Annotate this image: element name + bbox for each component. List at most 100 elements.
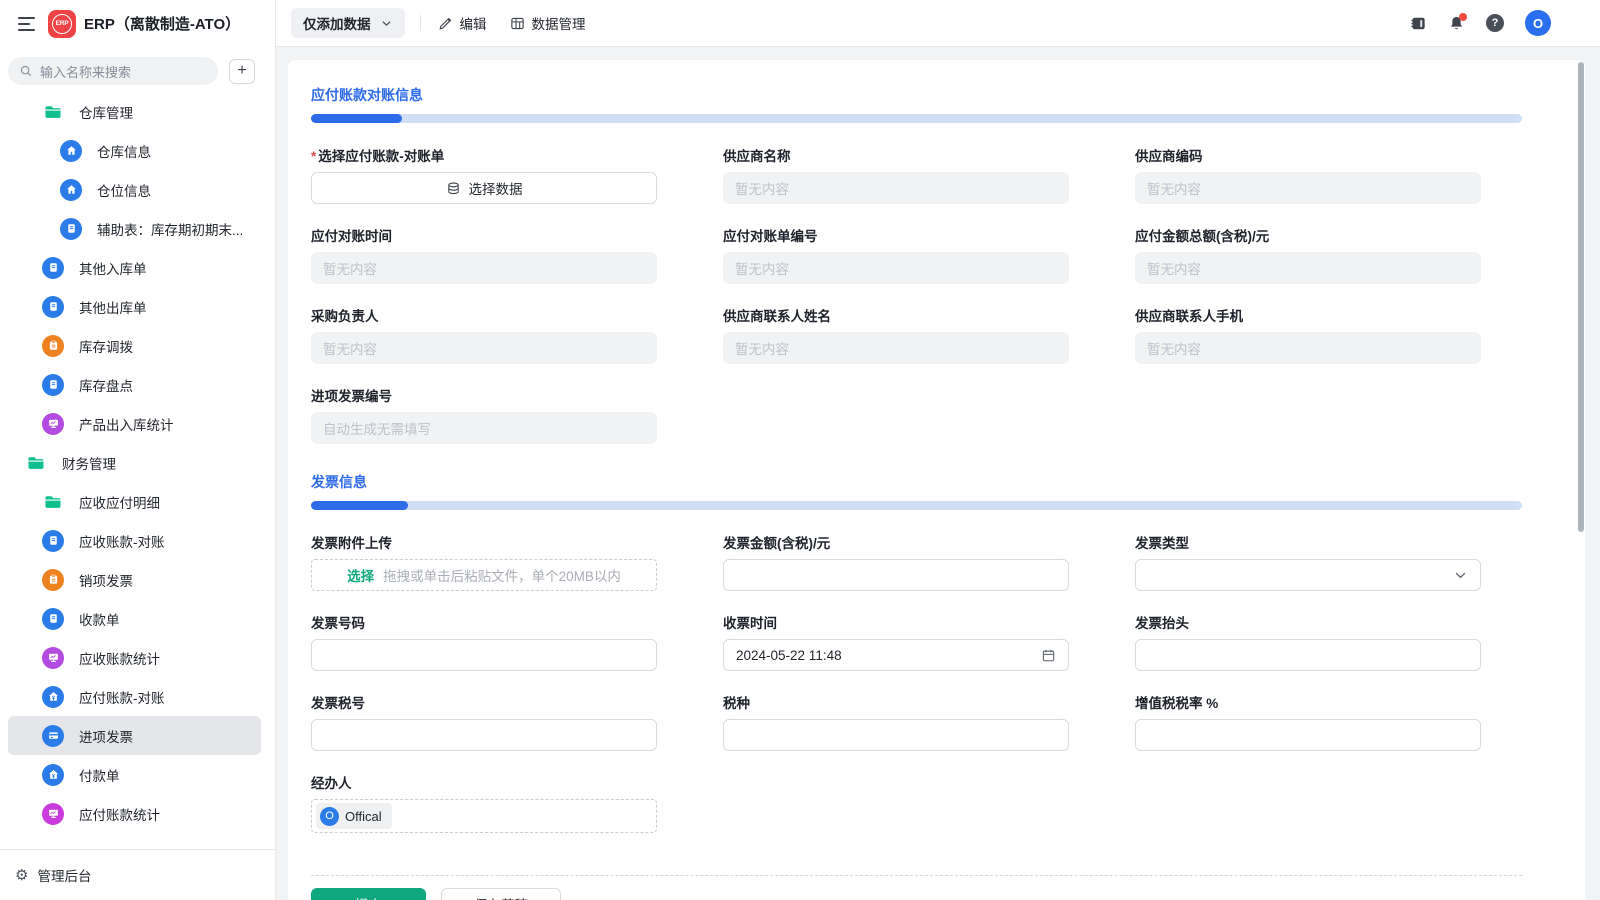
sidebar-item[interactable]: 应收账款统计 (8, 638, 261, 677)
sidebar-item[interactable]: 库存调拨 (8, 326, 261, 365)
form-field: 供应商名称暂无内容 (723, 145, 1069, 204)
sidebar-item[interactable]: 财务管理 (8, 443, 261, 482)
field-label: 进项发票编号 (311, 385, 657, 405)
sidebar-item-label: 产品出入库统计 (79, 414, 174, 434)
form-field: 供应商联系人姓名暂无内容 (723, 305, 1069, 364)
field-label: 发票抬头 (1135, 612, 1481, 632)
submit-button[interactable]: 提交 (311, 888, 426, 900)
data-manage-label: 数据管理 (532, 13, 586, 33)
sidebar-item[interactable]: 库存盘点 (8, 365, 261, 404)
panel-icon[interactable] (1410, 15, 1427, 32)
sidebar-item[interactable]: 仓库信息 (8, 131, 261, 170)
sidebar-item[interactable]: 产品出入库统计 (8, 404, 261, 443)
search-icon (19, 64, 33, 78)
readonly-input: 暂无内容 (311, 332, 657, 364)
sidebar-item-label: 进项发票 (79, 726, 133, 746)
text-input[interactable] (311, 639, 657, 671)
home-icon (60, 179, 82, 201)
sidebar-item-label: 应收账款统计 (79, 648, 160, 668)
sidebar-item[interactable]: 销项发票 (8, 560, 261, 599)
search-placeholder: 输入名称来搜索 (40, 62, 131, 81)
form-sections: 应付账款对账信息*选择应付账款-对账单选择数据供应商名称暂无内容供应商编码暂无内… (311, 85, 1522, 833)
member-chip[interactable]: OOffical (316, 803, 392, 829)
sidebar-item-label: 仓库信息 (97, 141, 151, 161)
text-input[interactable] (311, 719, 657, 751)
field-label: 供应商名称 (723, 145, 1069, 165)
app-title: ERP（离散制造-ATO） (84, 13, 240, 34)
sidebar-item[interactable]: 辅助表：库存期初期末... (8, 209, 261, 248)
form-field: 收票时间2024-05-22 11:48 (723, 612, 1069, 671)
readonly-input: 暂无内容 (1135, 332, 1481, 364)
sidebar-item-label: 仓位信息 (97, 180, 151, 200)
form-field: *选择应付账款-对账单选择数据 (311, 145, 657, 204)
form-field: 增值税税率 % (1135, 692, 1481, 751)
sidebar-item[interactable]: 应收账款-对账 (8, 521, 261, 560)
text-input[interactable] (1135, 639, 1481, 671)
sidebar-item-label: 付款单 (79, 765, 120, 785)
sidebar-item-label: 库存盘点 (79, 375, 133, 395)
save-draft-button[interactable]: 保存草稿 (441, 888, 561, 900)
form-field: 发票抬头 (1135, 612, 1481, 671)
text-input[interactable] (723, 719, 1069, 751)
sidebar-item[interactable]: 收款单 (8, 599, 261, 638)
calendar-icon (1041, 648, 1056, 663)
scrollbar-thumb[interactable] (1578, 62, 1584, 532)
field-label: 发票金额(含税)/元 (723, 532, 1069, 552)
app-logo: ERP (48, 10, 76, 38)
text-input[interactable] (1135, 719, 1481, 751)
member-field[interactable]: OOffical (311, 799, 657, 833)
form-field: 发票附件上传选择拖拽或单击后粘贴文件，单个20MB以内 (311, 532, 657, 591)
edit-button[interactable]: 编辑 (438, 13, 487, 33)
collapse-menu-icon[interactable] (18, 17, 35, 31)
sidebar-item[interactable]: 应付账款-对账 (8, 677, 261, 716)
sidebar-item[interactable]: 仓库管理 (8, 92, 261, 131)
notifications-button[interactable] (1448, 15, 1465, 32)
select-data-button[interactable]: 选择数据 (311, 172, 657, 204)
help-icon[interactable]: ? (1486, 14, 1504, 32)
sidebar-item-label: 仓库管理 (79, 102, 133, 122)
field-label: 发票类型 (1135, 532, 1481, 552)
add-button[interactable]: + (229, 59, 255, 84)
search-input[interactable]: 输入名称来搜索 (8, 57, 218, 85)
sidebar-item[interactable]: 付款单 (8, 755, 261, 794)
document-icon (42, 296, 64, 318)
document-icon (42, 530, 64, 552)
form-field: 发票号码 (311, 612, 657, 671)
chevron-down-icon (380, 17, 393, 30)
grid-icon (510, 16, 525, 31)
sidebar-item[interactable]: 进项发票 (8, 716, 261, 755)
upload-select-label: 选择 (347, 565, 374, 585)
sidebar-item[interactable]: 其他出库单 (8, 287, 261, 326)
admin-backend-button[interactable]: ⚙ 管理后台 (0, 849, 275, 900)
folder-icon (42, 101, 64, 123)
field-label: 供应商编码 (1135, 145, 1481, 165)
form-field: 发票金额(含税)/元 (723, 532, 1069, 591)
sidebar-item-label: 应收应付明细 (79, 492, 160, 512)
form-field: 经办人 OOffical (311, 772, 657, 833)
sidebar-item[interactable]: 其他入库单 (8, 248, 261, 287)
sidebar-nav: 仓库管理仓库信息仓位信息辅助表：库存期初期末...其他入库单其他出库单库存调拨库… (0, 92, 275, 849)
text-input[interactable] (723, 559, 1069, 591)
field-label: 经办人 (311, 772, 657, 792)
section-progress-fill (311, 501, 408, 510)
file-upload-dropzone[interactable]: 选择拖拽或单击后粘贴文件，单个20MB以内 (311, 559, 657, 591)
sidebar-item[interactable]: 应付账款统计 (8, 794, 261, 833)
select-input[interactable] (1135, 559, 1481, 591)
clipboard-icon (42, 335, 64, 357)
chart-icon (42, 647, 64, 669)
form-field: 供应商编码暂无内容 (1135, 145, 1481, 204)
edit-label: 编辑 (460, 13, 487, 33)
sidebar-item[interactable]: 应收应付明细 (8, 482, 261, 521)
document-icon (60, 218, 82, 240)
member-name: Offical (345, 809, 382, 824)
form-field: 发票类型 (1135, 532, 1481, 591)
mode-dropdown-button[interactable]: 仅添加数据 (291, 8, 405, 38)
data-manage-button[interactable]: 数据管理 (510, 13, 586, 33)
avatar[interactable]: O (1525, 10, 1551, 36)
sidebar-item[interactable]: 仓位信息 (8, 170, 261, 209)
sidebar-item-label: 其他出库单 (79, 297, 147, 317)
date-input[interactable]: 2024-05-22 11:48 (723, 639, 1069, 671)
field-label: 应付对账单编号 (723, 225, 1069, 245)
sidebar-item-label: 库存调拨 (79, 336, 133, 356)
home-pay-icon (42, 764, 64, 786)
